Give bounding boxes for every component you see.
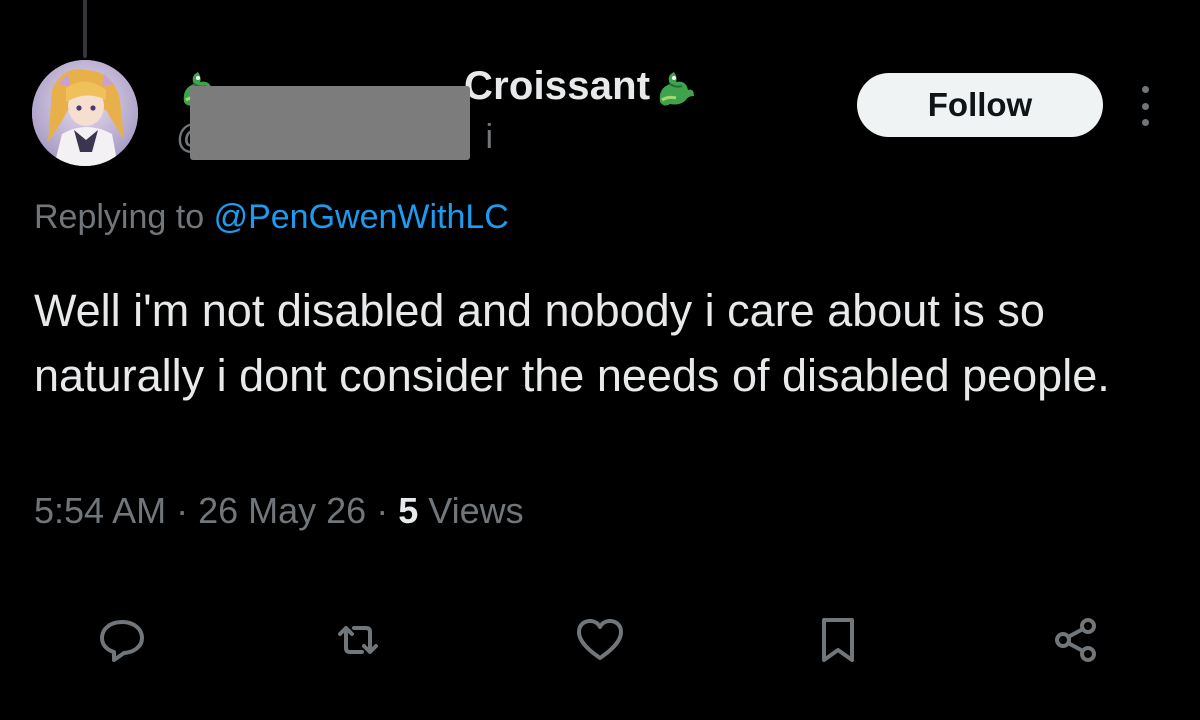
like-button[interactable]	[572, 612, 628, 668]
meta-separator: ·	[166, 490, 199, 531]
bookmark-button[interactable]	[810, 612, 866, 668]
meta-separator: ·	[366, 490, 399, 531]
tweet-meta: 5:54 AM · 26 May 26 · 5 Views	[34, 490, 524, 532]
more-dot	[1141, 102, 1149, 110]
views-label: Views	[418, 490, 524, 531]
bookmark-icon	[822, 618, 854, 662]
avatar-image	[32, 60, 138, 166]
follow-button[interactable]: Follow	[857, 73, 1103, 137]
more-dot	[1141, 119, 1149, 126]
heart-icon	[577, 619, 623, 660]
share-icon	[1055, 618, 1096, 662]
tweet-date[interactable]: 26 May 26	[198, 490, 366, 531]
thread-connector-line	[83, 0, 87, 58]
reply-icon	[100, 620, 144, 662]
author-display-name: Croissant	[464, 63, 651, 108]
redaction-box	[190, 86, 470, 160]
reply-mention-link[interactable]: @PenGwenWithLC	[214, 198, 509, 236]
reply-context: Replying to @PenGwenWithLC	[34, 198, 509, 237]
reply-context-prefix: Replying to	[34, 198, 205, 236]
tweet-text: Well i'm not disabled and nobody i care …	[34, 285, 1110, 401]
tweet-time[interactable]: 5:54 AM	[34, 490, 166, 531]
share-button[interactable]	[1048, 612, 1104, 668]
views-count: 5	[398, 490, 419, 531]
retweet-button[interactable]	[330, 612, 386, 668]
avatar[interactable]	[32, 60, 138, 166]
handle-tail: i	[485, 118, 494, 156]
dragon-icon	[652, 66, 698, 112]
more-dot	[1141, 86, 1149, 93]
reply-button[interactable]	[94, 612, 150, 668]
more-options-icon[interactable]	[1132, 86, 1158, 126]
tweet-actions	[0, 600, 1200, 680]
retweet-icon	[338, 626, 378, 654]
